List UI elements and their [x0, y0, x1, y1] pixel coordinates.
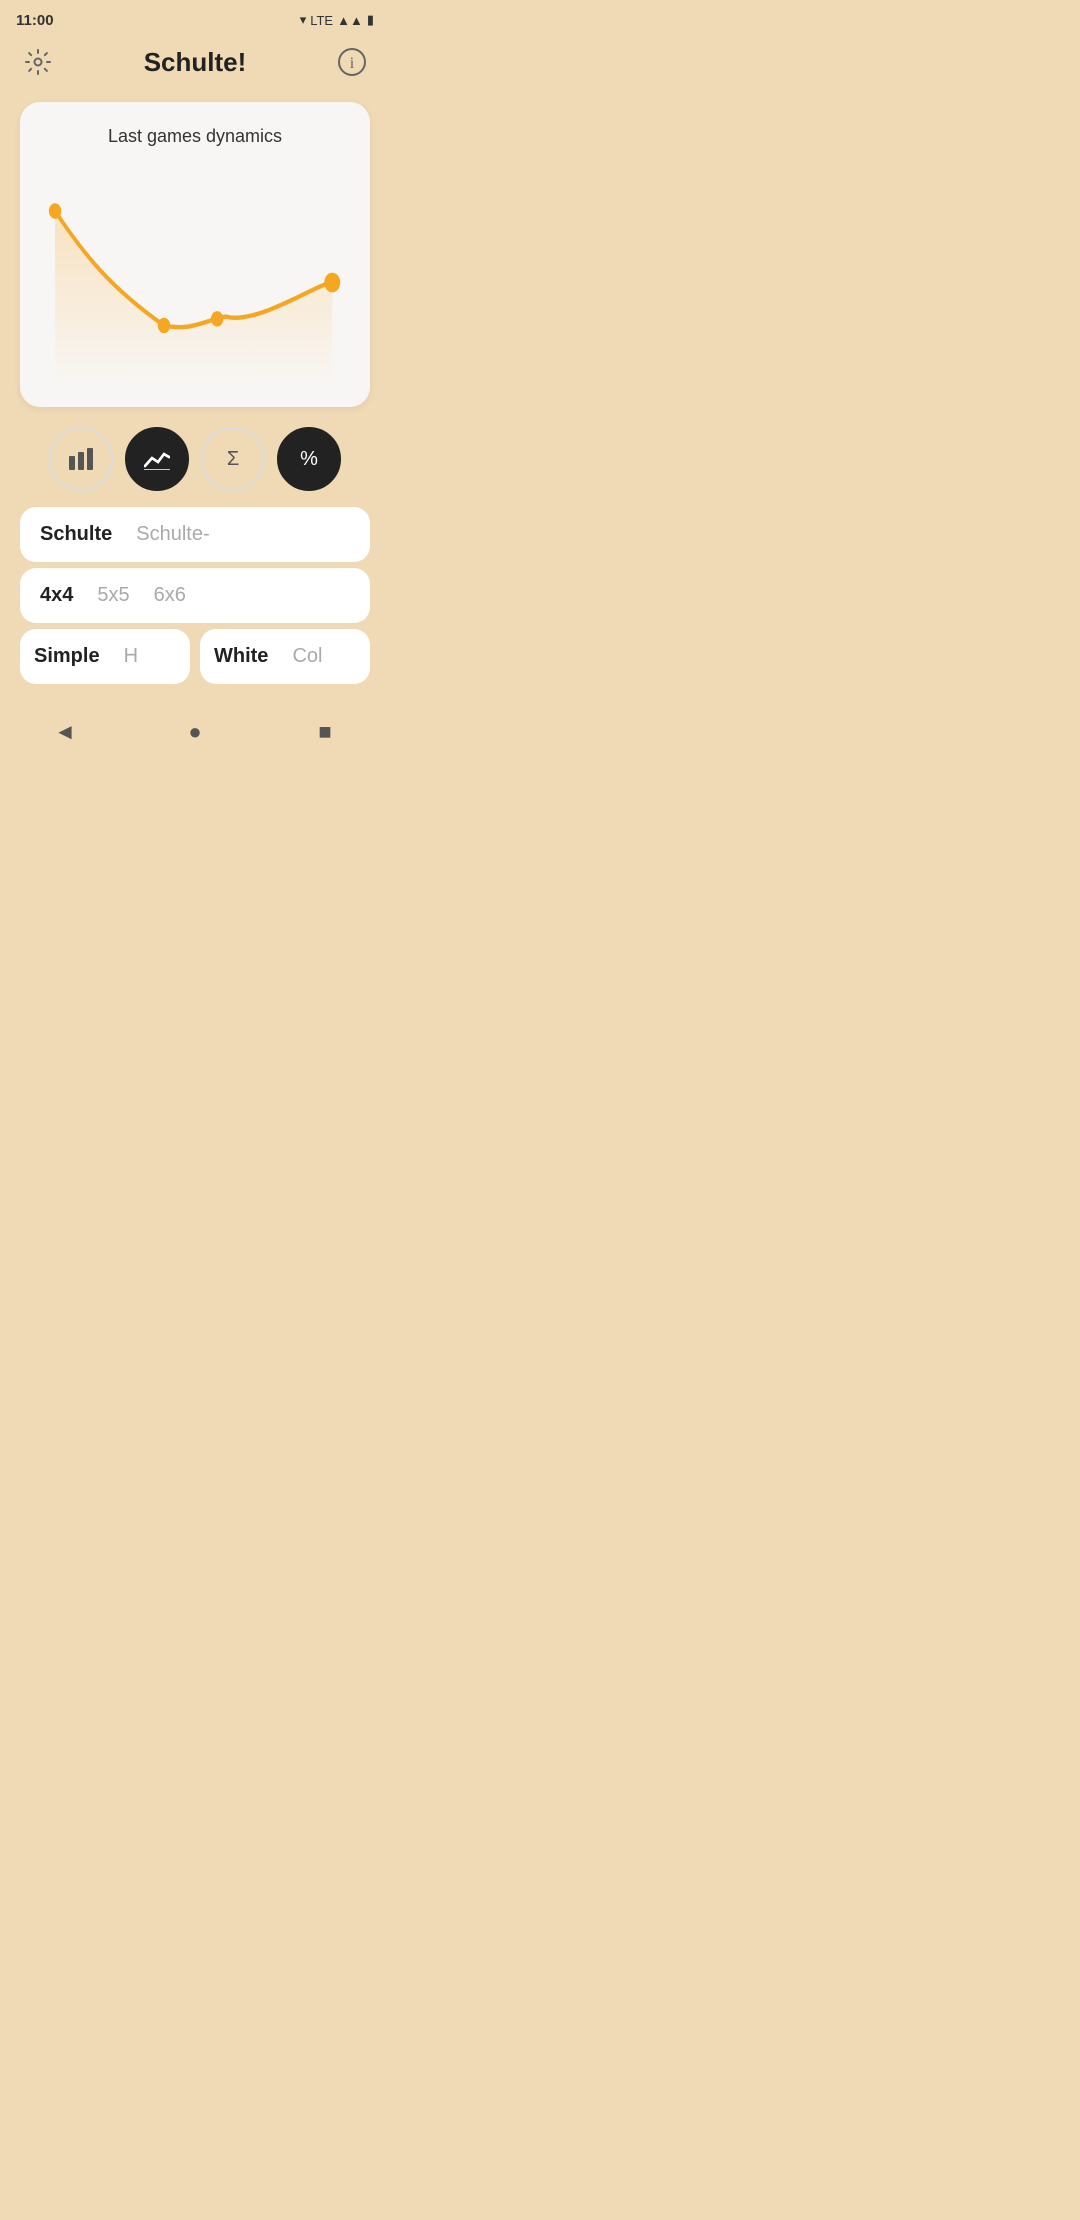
game-type-selector[interactable]: Schulte Schulte- — [20, 507, 370, 562]
sigma-icon: Σ — [227, 448, 239, 471]
svg-text:i: i — [350, 55, 355, 72]
chart-card: Last games dynamics — [20, 102, 370, 407]
app-header: Schulte! i — [0, 36, 390, 92]
nav-bar: ◄ ● ■ — [0, 694, 390, 766]
grid-size-selector[interactable]: 4x4 5x5 6x6 — [20, 568, 370, 623]
color-selector[interactable]: White Col — [200, 629, 370, 684]
status-icons: ▾ LTE ▲▲ ▮ — [300, 12, 374, 28]
settings-button[interactable] — [20, 44, 56, 80]
home-icon: ● — [188, 719, 201, 745]
tab-percent[interactable]: % — [277, 427, 341, 491]
percent-icon: % — [300, 448, 318, 471]
nav-home-button[interactable]: ● — [173, 710, 217, 754]
wifi-icon: ▾ — [300, 12, 307, 28]
grid-size-alt2: 6x6 — [154, 584, 186, 607]
tab-bar-chart[interactable] — [49, 427, 113, 491]
color-alt: Col — [292, 645, 322, 668]
status-time: 11:00 — [16, 12, 54, 29]
mode-selector[interactable]: Simple H — [20, 629, 190, 684]
mode-color-row: Simple H White Col — [20, 629, 370, 684]
chart-title: Last games dynamics — [40, 126, 350, 147]
back-icon: ◄ — [54, 719, 76, 745]
signal-icon: ▲▲ — [337, 13, 363, 28]
color-selected: White — [214, 645, 268, 668]
nav-back-button[interactable]: ◄ — [43, 710, 87, 754]
mode-alt: H — [124, 645, 138, 668]
tab-row: Σ % — [0, 427, 390, 491]
info-button[interactable]: i — [334, 44, 370, 80]
nav-recents-button[interactable]: ■ — [303, 710, 347, 754]
game-type-alt: Schulte- — [136, 523, 209, 546]
game-type-selected: Schulte — [40, 523, 112, 546]
chart-area — [40, 167, 350, 387]
recents-icon: ■ — [318, 719, 331, 745]
mode-selected: Simple — [34, 645, 100, 668]
app-title: Schulte! — [56, 47, 334, 78]
lte-label: LTE — [310, 13, 333, 28]
line-chart-svg — [40, 167, 350, 387]
grid-size-selected: 4x4 — [40, 584, 73, 607]
tab-sigma[interactable]: Σ — [201, 427, 265, 491]
status-bar: 11:00 ▾ LTE ▲▲ ▮ — [0, 0, 390, 36]
grid-size-alt1: 5x5 — [97, 584, 129, 607]
battery-icon: ▮ — [367, 12, 374, 28]
tab-line-chart[interactable] — [125, 427, 189, 491]
